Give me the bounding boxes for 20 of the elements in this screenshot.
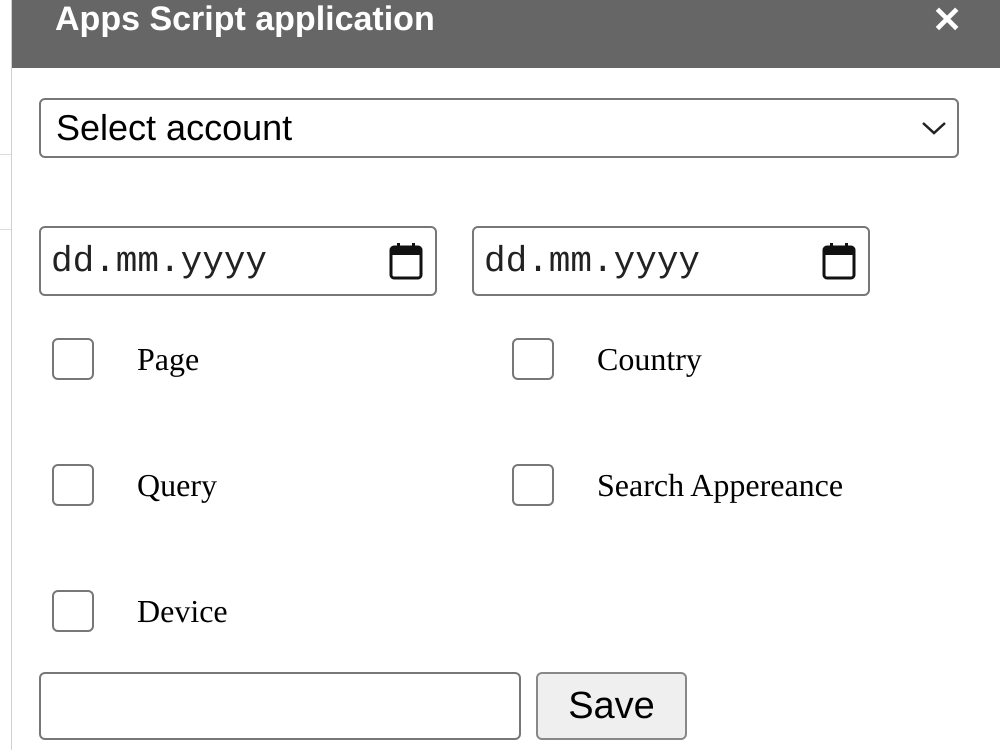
checkbox-label: Country (597, 340, 702, 379)
checkbox-label: Search Appereance (597, 466, 844, 505)
input-field[interactable] (39, 672, 521, 740)
save-button[interactable]: Save (536, 672, 687, 740)
date-field[interactable]: dd.mm.yyyy (472, 226, 870, 296)
checkbox[interactable] (512, 338, 554, 380)
dialog-title: Apps Script application (55, 2, 435, 36)
checkbox[interactable] (52, 338, 94, 380)
calendar-icon (822, 242, 856, 280)
chevron-down-icon (921, 120, 947, 136)
date-field[interactable]: dd.mm.yyyy (39, 226, 437, 296)
checkbox-label: Query (137, 466, 217, 505)
checkbox[interactable] (52, 590, 94, 632)
checkbox[interactable] (512, 464, 554, 506)
checkbox-label: Device (137, 592, 228, 631)
close-button[interactable]: ✕ (932, 2, 962, 38)
calendar-icon (389, 242, 423, 280)
checkbox-label: Page (137, 340, 200, 379)
account-select[interactable]: Select account (39, 98, 959, 158)
checkbox[interactable] (52, 464, 94, 506)
